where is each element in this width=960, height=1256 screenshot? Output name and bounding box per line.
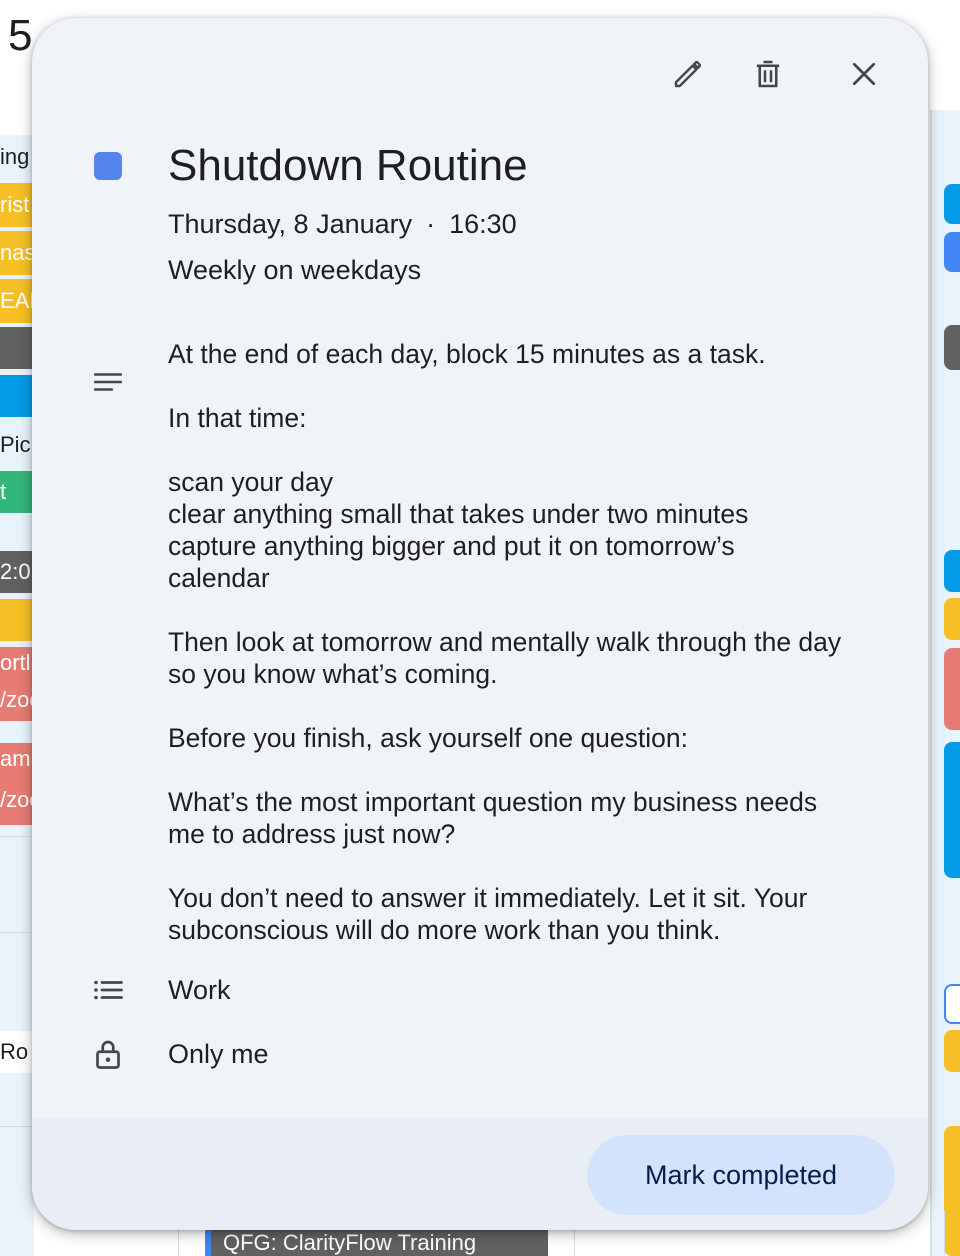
description-paragraph: scan your day clear anything small that t…	[168, 466, 908, 594]
description-paragraph: What’s the most important question my bu…	[168, 786, 908, 850]
description-paragraph: At the end of each day, block 15 minutes…	[168, 338, 908, 370]
left-event-fragment[interactable]: 2:0(	[0, 551, 34, 593]
left-event-fragment[interactable]	[0, 327, 34, 369]
right-event[interactable]	[944, 232, 960, 272]
right-event[interactable]	[944, 598, 960, 640]
close-icon	[852, 62, 876, 86]
grid-line	[0, 932, 34, 933]
left-event-fragment[interactable]: /zoo	[0, 775, 34, 825]
event-title: Shutdown Routine	[168, 141, 528, 190]
pencil-icon	[674, 60, 702, 88]
description-line: so you know what’s coming.	[168, 659, 498, 689]
bottom-event[interactable]: QFG: ClarityFlow Training	[205, 1228, 548, 1256]
delete-button[interactable]	[746, 52, 790, 96]
description-line: At the end of each day, block 15 minutes…	[168, 339, 766, 369]
left-event-fragment[interactable]: rist	[0, 183, 34, 227]
right-event[interactable]	[944, 1126, 960, 1256]
trash-icon	[756, 60, 780, 88]
left-event-fragment[interactable]: Pic	[0, 423, 34, 467]
grid-line	[0, 1126, 34, 1127]
left-event-fragment[interactable]: ing	[0, 135, 34, 179]
left-event-fragment[interactable]: t	[0, 471, 34, 513]
description-line: What’s the most important question my bu…	[168, 787, 818, 817]
left-event-fragment[interactable]: Ro	[0, 1031, 34, 1073]
description-line: In that time:	[168, 403, 307, 433]
description-line: subconscious will do more work than you …	[168, 915, 721, 945]
right-event[interactable]	[944, 1030, 960, 1072]
list-icon	[94, 980, 123, 1000]
grid-line	[0, 836, 34, 837]
separator: ·	[426, 209, 436, 239]
description-paragraph: Then look at tomorrow and mentally walk …	[168, 626, 908, 690]
right-event[interactable]	[944, 550, 960, 592]
event-recurrence: Weekly on weekdays	[168, 255, 422, 285]
task-list-name: Work	[168, 975, 231, 1005]
event-date: Thursday, 8 January	[168, 209, 413, 239]
left-event-fragment[interactable]: amic	[0, 743, 34, 775]
description-line: scan your day	[168, 467, 333, 497]
edit-button[interactable]	[666, 52, 710, 96]
mark-completed-button[interactable]: Mark completed	[587, 1135, 895, 1215]
right-event[interactable]	[944, 648, 960, 730]
description-line: clear anything small that takes under tw…	[168, 499, 749, 529]
grid-line	[944, 1210, 945, 1256]
left-event-fragment[interactable]	[0, 599, 34, 641]
lock-icon	[96, 1040, 120, 1069]
event-description: At the end of each day, block 15 minutes…	[168, 338, 908, 946]
visibility-label: Only me	[168, 1039, 269, 1069]
description-paragraph: In that time:	[168, 402, 908, 434]
left-event-fragment[interactable]: ortl	[0, 647, 34, 679]
description-line: calendar	[168, 563, 270, 593]
close-button[interactable]	[842, 52, 886, 96]
right-event[interactable]	[944, 184, 960, 224]
right-event[interactable]	[944, 742, 960, 878]
left-event-fragment[interactable]: /zoo	[0, 679, 34, 721]
right-event[interactable]	[944, 325, 960, 370]
event-detail-card: Shutdown Routine Thursday, 8 January · 16:…	[32, 18, 928, 1230]
description-paragraph: You don’t need to answer it immediately.…	[168, 882, 908, 946]
notes-icon	[93, 373, 123, 391]
description-line: Before you finish, ask yourself one ques…	[168, 723, 688, 753]
description-line: capture anything bigger and put it on to…	[168, 531, 735, 561]
event-time: 16:30	[449, 209, 517, 239]
description-line: You don’t need to answer it immediately.…	[168, 883, 808, 913]
right-event[interactable]	[944, 984, 960, 1024]
description-paragraph: Before you finish, ask yourself one ques…	[168, 722, 908, 754]
event-datetime: Thursday, 8 January · 16:30	[168, 206, 517, 242]
left-event-fragment[interactable]: nas	[0, 231, 34, 275]
event-color-swatch	[94, 152, 122, 180]
description-line: Then look at tomorrow and mentally walk …	[168, 627, 842, 657]
left-event-fragment[interactable]: EAN	[0, 279, 34, 323]
day-number[interactable]: 5	[8, 10, 32, 62]
description-line: me to address just now?	[168, 819, 456, 849]
left-event-fragment[interactable]	[0, 375, 34, 417]
